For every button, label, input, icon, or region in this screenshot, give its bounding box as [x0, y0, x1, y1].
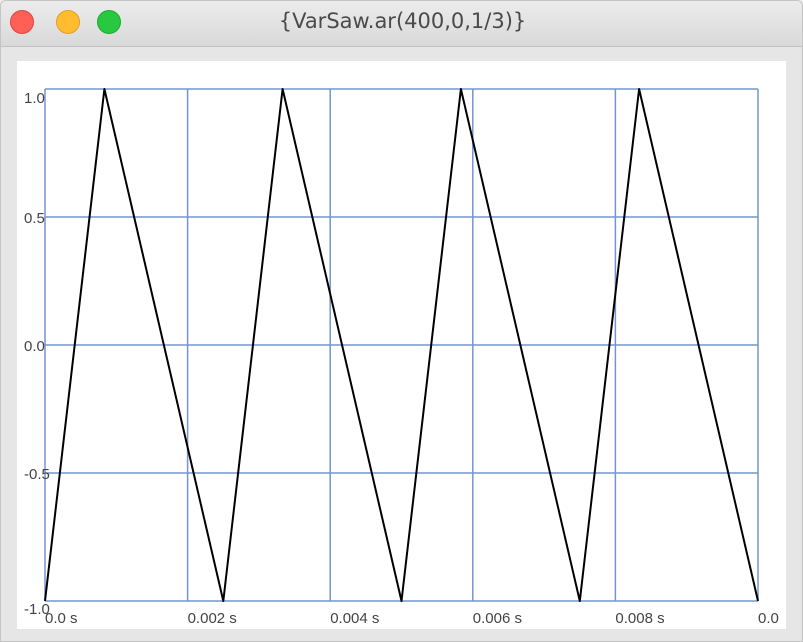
x-tick-label: 0.008 s: [615, 610, 664, 627]
y-tick-label: 0.5: [24, 210, 45, 227]
y-tick-label: 0.0: [24, 338, 45, 355]
title-bar[interactable]: {VarSaw.ar(400,0,1/3)}: [1, 1, 802, 47]
x-tick-label: 0.006 s: [473, 610, 522, 627]
window-title: {VarSaw.ar(400,0,1/3)}: [278, 9, 527, 33]
y-tick-label: 1.0: [24, 90, 45, 107]
waveform-chart: 1.00.50.0-0.5-1.00.0 s 0.002 s 0.004 s 0.00…: [24, 88, 779, 627]
x-tick-label: 0.004 s: [330, 610, 379, 627]
x-tick-label: 0.0: [758, 610, 779, 627]
y-tick-label: -0.5: [24, 466, 50, 483]
x-tick-label: 0.002 s: [188, 610, 237, 627]
plot-window: {VarSaw.ar(400,0,1/3)} 1.0 0.5 0.0 -0.5 -1.0…: [0, 0, 803, 642]
x-tick-label: 0.0 s: [45, 610, 78, 627]
plot-area: 1.0 0.5 0.0 -0.5 -1.0 0.0 s 0.002 s 0.004 s 0.00…: [17, 61, 786, 629]
